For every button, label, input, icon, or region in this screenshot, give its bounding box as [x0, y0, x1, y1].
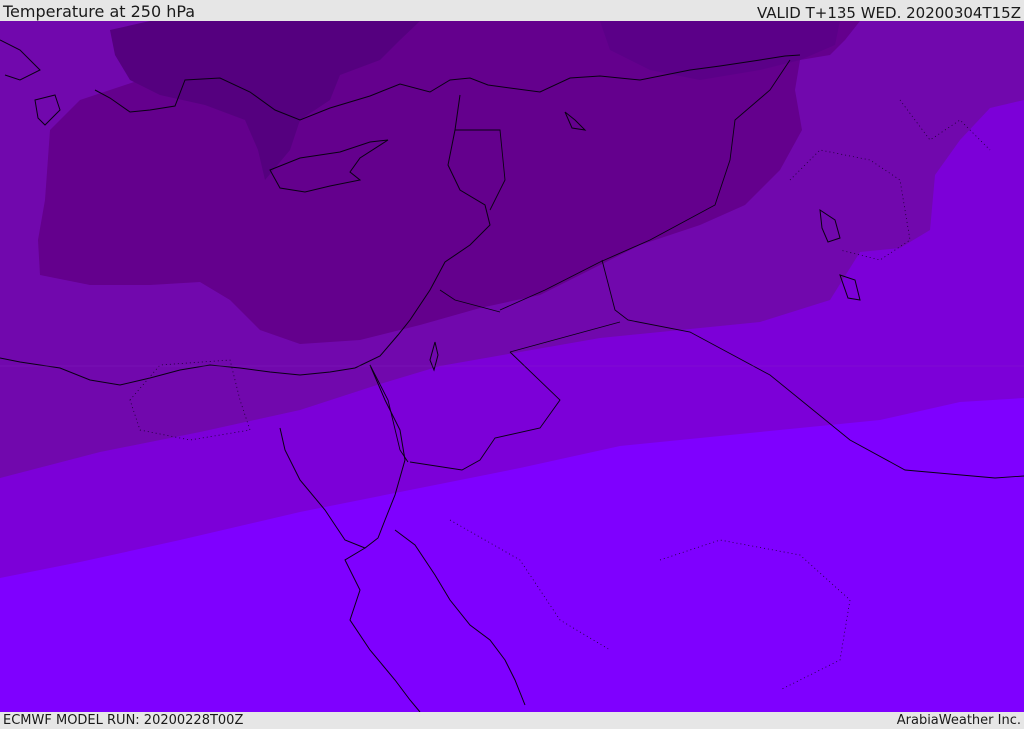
footer-bar: ECMWF MODEL RUN: 20200228T00Z ArabiaWeat… — [0, 712, 1024, 729]
temperature-map — [0, 21, 1024, 712]
map-svg — [0, 21, 1024, 712]
model-run: ECMWF MODEL RUN: 20200228T00Z — [3, 713, 244, 728]
valid-time: VALID T+135 WED. 20200304T15Z — [756, 4, 1021, 22]
header-bar: Temperature at 250 hPa VALID T+135 WED. … — [0, 0, 1024, 22]
credit: ArabiaWeather Inc. — [896, 713, 1021, 728]
map-title: Temperature at 250 hPa — [3, 2, 196, 21]
